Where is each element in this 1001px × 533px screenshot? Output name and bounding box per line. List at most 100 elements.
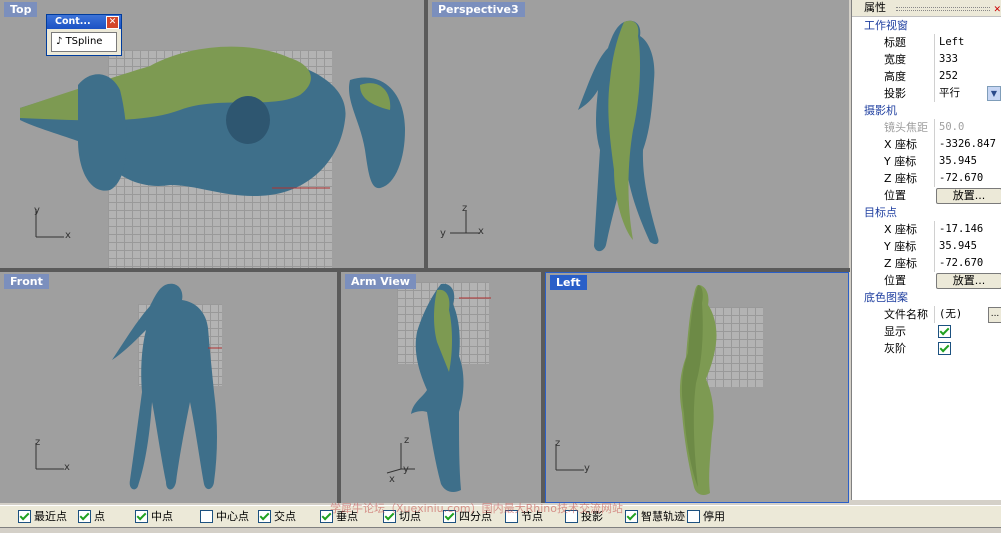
panel-header: 属性 ✕ — [852, 0, 1001, 17]
row-key: Y 座标 — [884, 240, 917, 253]
snap-label: 中心点 — [216, 510, 249, 523]
browse-button[interactable]: ... — [988, 307, 1001, 323]
row-target-x[interactable]: X 座标 -17.146 — [852, 221, 1001, 238]
snap-option[interactable]: 中点 — [135, 509, 173, 525]
snap-label: 智慧轨迹 — [641, 510, 685, 523]
row-value[interactable]: -72.670 — [934, 255, 1001, 272]
snap-option[interactable]: 最近点 — [18, 509, 67, 525]
viewport-title-top[interactable]: Top — [4, 2, 38, 17]
properties-panel: 属性 ✕ 工作视窗 标题 Left 宽度 333 高度 252 投影 平行 ▼ 摄影机 镜… — [851, 0, 1001, 500]
axis-label-y: y — [440, 228, 446, 239]
viewport-front[interactable]: Front z x — [0, 272, 337, 503]
panel-close-icon[interactable]: ✕ — [993, 2, 1001, 18]
row-key: 宽度 — [884, 53, 906, 66]
viewport-title-left[interactable]: Left — [550, 275, 587, 290]
viewport-arm-view[interactable]: Arm View z y x — [341, 272, 541, 503]
row-value[interactable]: 35.945 — [934, 238, 1001, 255]
row-projection[interactable]: 投影 平行 ▼ — [852, 85, 1001, 102]
snap-option[interactable]: 停用 — [687, 509, 725, 525]
axis-label-x: x — [64, 462, 70, 473]
viewport-perspective[interactable]: Perspective3 z y x — [428, 0, 849, 268]
show-checkbox[interactable] — [938, 325, 951, 338]
row-key: Z 座标 — [884, 257, 918, 270]
row-target-position: 位置 放置... — [852, 272, 1001, 289]
row-key: 投影 — [884, 87, 906, 100]
row-key: 高度 — [884, 70, 906, 83]
row-value[interactable]: -72.670 — [934, 170, 1001, 187]
tspline-button[interactable]: ♪ TSpline — [51, 32, 117, 52]
snap-label: 停用 — [703, 510, 725, 523]
snap-label: 中点 — [151, 510, 173, 523]
row-title[interactable]: 标题 Left — [852, 34, 1001, 51]
section-viewport: 工作视窗 — [864, 19, 908, 32]
section-background: 底色图案 — [864, 291, 908, 304]
row-height[interactable]: 高度 252 — [852, 68, 1001, 85]
tspline-label: TSpline — [65, 36, 103, 47]
snap-checkbox[interactable] — [625, 509, 638, 523]
snap-checkbox[interactable] — [200, 509, 213, 523]
place-camera-button[interactable]: 放置... — [936, 188, 1001, 204]
row-camera-position: 位置 放置... — [852, 187, 1001, 204]
watermark-text: 学犀牛论坛（Xuexiniu.com）国内最大Rhino技术交流网站 — [330, 502, 624, 515]
axis-label-y: y — [34, 205, 40, 216]
viewport-title-front[interactable]: Front — [4, 274, 49, 289]
snap-checkbox[interactable] — [687, 509, 700, 523]
row-key: X 座标 — [884, 223, 918, 236]
model-arm-view — [411, 283, 491, 492]
snap-label: 交点 — [274, 510, 296, 523]
chevron-down-icon[interactable]: ▼ — [987, 86, 1001, 101]
axis-indicator-perspective — [450, 211, 480, 234]
row-key: 位置 — [884, 274, 906, 287]
row-value[interactable]: Left — [934, 34, 1001, 51]
model-perspective-view — [578, 20, 659, 252]
model-left-view — [679, 285, 717, 495]
viewport-title-perspective[interactable]: Perspective3 — [432, 2, 525, 17]
snap-checkbox[interactable] — [18, 509, 31, 523]
close-icon[interactable]: ✕ — [106, 16, 119, 29]
axis-label-x: x — [389, 474, 395, 485]
panel-grip-icon[interactable] — [896, 7, 990, 11]
snap-checkbox[interactable] — [258, 509, 271, 523]
row-target-y[interactable]: Y 座标 35.945 — [852, 238, 1001, 255]
snap-option[interactable]: 交点 — [258, 509, 296, 525]
row-key: 灰阶 — [884, 342, 906, 355]
axis-indicator-arm — [386, 443, 415, 474]
axis-label-z: z — [404, 435, 410, 446]
grayscale-checkbox[interactable] — [938, 342, 951, 355]
status-bar — [0, 527, 1001, 533]
snap-checkbox[interactable] — [78, 509, 91, 523]
place-target-button[interactable]: 放置... — [936, 273, 1001, 289]
snap-option[interactable]: 智慧轨迹 — [625, 509, 685, 525]
row-value[interactable]: 333 — [934, 51, 1001, 68]
row-value[interactable]: -3326.847 — [934, 136, 1001, 153]
floating-window-titlebar[interactable]: Cont... ✕ — [47, 15, 121, 29]
snap-label: 最近点 — [34, 510, 67, 523]
axis-label-y: y — [584, 463, 590, 474]
row-value[interactable]: 35.945 — [934, 153, 1001, 170]
row-key: X 座标 — [884, 138, 918, 151]
viewport-title-arm-view[interactable]: Arm View — [345, 274, 416, 289]
axis-label-y: y — [403, 464, 409, 475]
snap-checkbox[interactable] — [135, 509, 148, 523]
row-show: 显示 — [852, 323, 1001, 340]
snap-option[interactable]: 中心点 — [200, 509, 249, 525]
row-target-z[interactable]: Z 座标 -72.670 — [852, 255, 1001, 272]
row-lens: 镜头焦距 50.0 — [852, 119, 1001, 136]
snap-option[interactable]: 点 — [78, 509, 105, 525]
row-file-name: 文件名称 (无)... — [852, 306, 1001, 323]
row-camera-x[interactable]: X 座标 -3326.847 — [852, 136, 1001, 153]
row-key: 文件名称 — [884, 308, 928, 321]
axis-label-x: x — [478, 226, 484, 237]
viewport-left[interactable]: Left z y — [545, 272, 849, 503]
panel-title: 属性 — [864, 1, 886, 14]
row-key: Z 座标 — [884, 172, 918, 185]
row-value[interactable]: -17.146 — [934, 221, 1001, 238]
row-width[interactable]: 宽度 333 — [852, 51, 1001, 68]
row-camera-z[interactable]: Z 座标 -72.670 — [852, 170, 1001, 187]
axis-label-x: x — [65, 230, 71, 241]
row-camera-y[interactable]: Y 座标 35.945 — [852, 153, 1001, 170]
floating-toolbar-window[interactable]: Cont... ✕ ♪ TSpline — [46, 14, 122, 56]
row-key: Y 座标 — [884, 155, 917, 168]
snap-label: 点 — [94, 510, 105, 523]
row-value[interactable]: 252 — [934, 68, 1001, 85]
